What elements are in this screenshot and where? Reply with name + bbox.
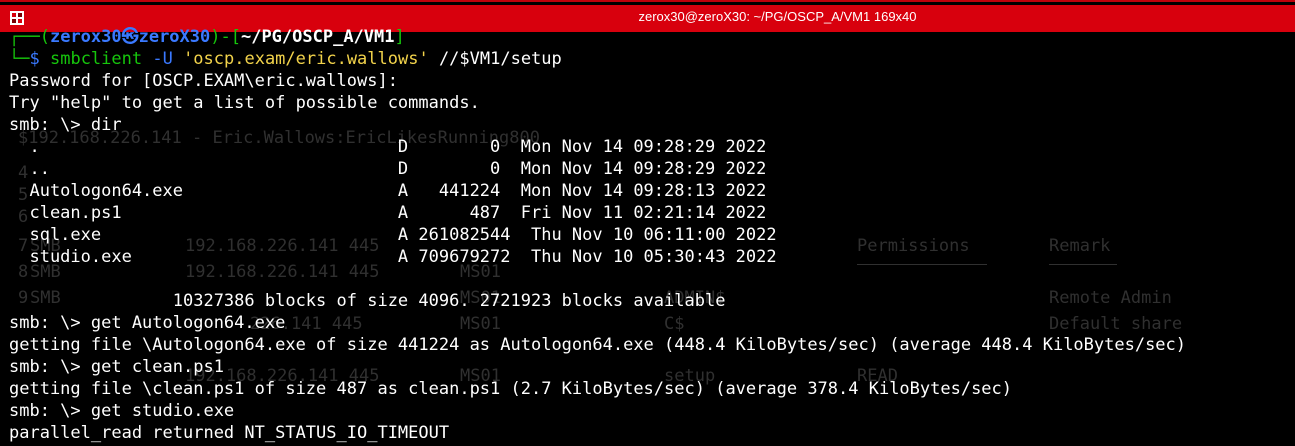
dir-entry: Autologon64.exe A 441224 Mon Nov 14 09:2…	[9, 181, 767, 201]
prompt-path: ~/PG/OSCP_A/VM1	[240, 27, 395, 47]
output-line: smb: \> dir	[9, 115, 122, 135]
command-user-arg: 'oscp.exam/eric.wallows'	[183, 49, 429, 69]
output-line: parallel_read returned NT_STATUS_IO_TIME…	[9, 423, 450, 443]
prompt-symbol: $	[29, 49, 40, 69]
output-line: Try "help" to get a list of possible com…	[9, 93, 480, 113]
terminal-output[interactable]: ┌──(zerox30㉿zeroX30)-[~/PG/OSCP_A/VM1] └…	[9, 26, 1293, 446]
command-target: //$VM1/setup	[428, 49, 562, 69]
prompt-bracket: )-[	[210, 27, 241, 47]
output-line: 10327386 blocks of size 4096. 2721923 bl…	[9, 291, 726, 311]
output-line: getting file \clean.ps1 of size 487 as c…	[9, 379, 1013, 399]
prompt-line-2: └─$ smbclient -U 'oscp.exam/eric.wallows…	[9, 48, 1293, 70]
output-line: Password for [OSCP.EXAM\eric.wallows]:	[9, 71, 398, 91]
prompt-user-host: zerox30㉿zeroX30	[49, 27, 211, 47]
command-name: smbclient	[49, 49, 143, 69]
dir-entry: studio.exe A 709679272 Thu Nov 10 05:30:…	[9, 247, 777, 267]
output-line: getting file \Autologon64.exe of size 44…	[9, 335, 1187, 355]
command-flag: -U	[142, 49, 184, 69]
output-line: smb: \> get Autologon64.exe	[9, 313, 286, 333]
window-title: zerox30@zeroX30: ~/PG/OSCP_A/VM1 169x40	[638, 9, 917, 24]
prompt-line-1: ┌──(zerox30㉿zeroX30)-[~/PG/OSCP_A/VM1]	[9, 26, 1293, 48]
titlebar-accent	[0, 0, 1295, 2]
output-line: smb: \> get studio.exe	[9, 401, 235, 421]
prompt-bracket: ┌──(	[9, 27, 50, 47]
dir-entry: . D 0 Mon Nov 14 09:28:29 2022	[9, 137, 767, 157]
prompt-bracket: ]	[394, 27, 405, 47]
prompt-corner: └─	[9, 49, 30, 69]
output-line: smb: \> get clean.ps1	[9, 357, 224, 377]
dir-entry: .. D 0 Mon Nov 14 09:28:29 2022	[9, 159, 767, 179]
dir-entry: clean.ps1 A 487 Fri Nov 11 02:21:14 2022	[9, 203, 767, 223]
dir-entry: sql.exe A 261082544 Thu Nov 10 06:11:00 …	[9, 225, 777, 245]
